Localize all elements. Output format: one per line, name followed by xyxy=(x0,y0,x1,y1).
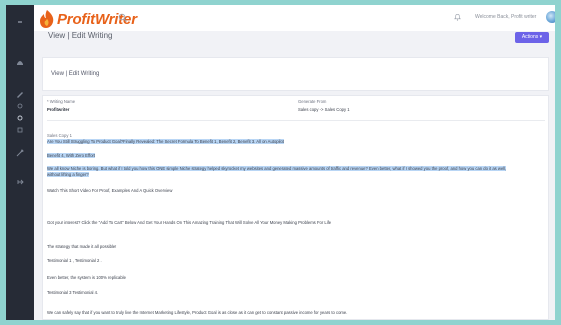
actions-button[interactable]: Actions ▾ xyxy=(515,32,549,43)
search-icon[interactable] xyxy=(118,13,128,23)
strategy-line[interactable]: The strategy that made it all possible! xyxy=(47,244,116,249)
menu-toggle-icon[interactable] xyxy=(15,17,25,27)
flame-logo-icon xyxy=(40,10,54,28)
testimonial-1-2[interactable]: Testimonial 1 , Testimonial 2 . xyxy=(47,258,102,263)
benefit-text[interactable]: Benefit 4, With Zero Effort xyxy=(47,153,96,158)
testimonial-3-4[interactable]: Testimonial 3 Testimonial 4. xyxy=(47,290,98,295)
circle-icon[interactable] xyxy=(15,101,25,111)
bell-icon[interactable] xyxy=(453,12,462,22)
card-body: * Writing Name Profitwriter Generate Fro… xyxy=(42,95,549,320)
logout-icon[interactable] xyxy=(15,177,25,187)
square-icon[interactable] xyxy=(15,125,25,135)
writing-active-icon[interactable] xyxy=(15,113,25,123)
writing-name-value[interactable]: Profitwriter xyxy=(47,107,69,112)
interest-line[interactable]: Got your interest? Click the "Add To Car… xyxy=(47,220,331,225)
lifestyle-line[interactable]: We can safely say that if you want to tr… xyxy=(47,310,347,315)
paragraph-line-1[interactable]: We all know Niche is boring. But what if… xyxy=(47,166,507,171)
generate-from-label: Generate From xyxy=(298,99,327,104)
paragraph-line-2[interactable]: without lifting a finger? xyxy=(47,172,89,177)
top-bar: ProfitWriter Welcome Back, Profit writer xyxy=(34,5,555,31)
card-header: View | Edit Writing xyxy=(42,57,549,91)
headline-text[interactable]: Are You Still Struggling To Product Goal… xyxy=(47,139,284,144)
generate-from-value[interactable]: Sales copy -> Sales Copy 1 xyxy=(298,107,350,112)
page-title: View | Edit Writing xyxy=(48,31,113,40)
sidebar xyxy=(6,5,34,320)
section-label: Sales Copy 1 xyxy=(47,133,72,138)
app-window: ProfitWriter Welcome Back, Profit writer… xyxy=(6,5,555,320)
dashboard-icon[interactable] xyxy=(15,57,25,67)
replicable-line[interactable]: Even better, the system is 100% replicab… xyxy=(47,275,126,280)
wrench-icon[interactable] xyxy=(15,148,25,158)
pen-icon[interactable] xyxy=(15,89,25,99)
welcome-text: Welcome Back, Profit writer xyxy=(475,14,537,20)
divider xyxy=(47,120,545,121)
video-line[interactable]: Watch This Short Video For Proof, Exampl… xyxy=(47,188,172,193)
avatar[interactable] xyxy=(546,11,555,23)
card-title: View | Edit Writing xyxy=(51,71,100,77)
writing-name-label: * Writing Name xyxy=(47,99,76,104)
